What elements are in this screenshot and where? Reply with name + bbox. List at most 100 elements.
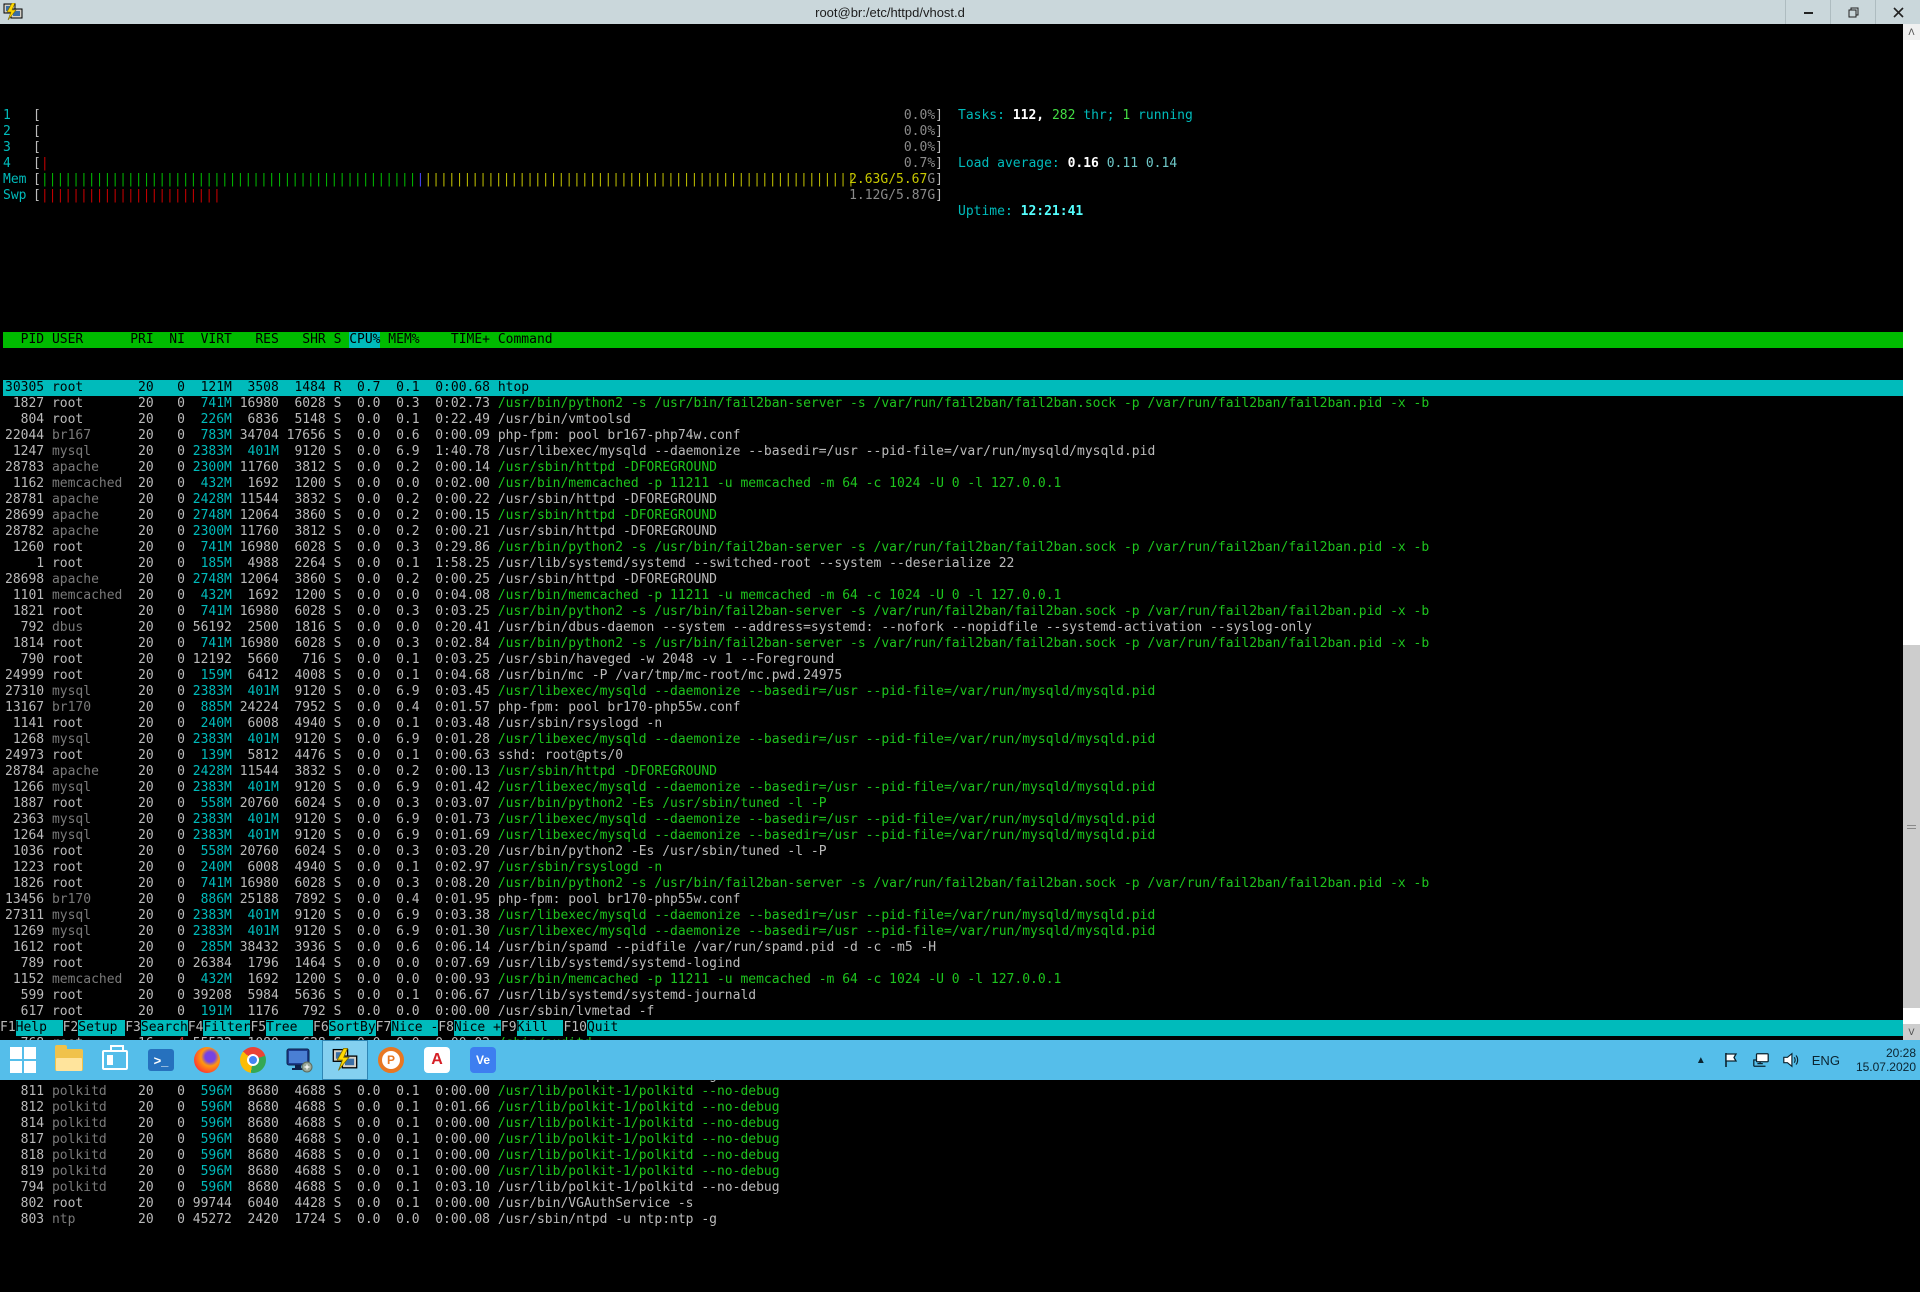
- col-user: br170: [52, 700, 122, 716]
- action-center-flag-icon[interactable]: [1722, 1051, 1740, 1069]
- fkey-f6[interactable]: F6SortBy: [313, 1020, 376, 1036]
- process-row[interactable]: 804root200226M68365148S0.00.10:22.49/usr…: [3, 412, 1903, 428]
- column-header-user[interactable]: USER: [52, 332, 122, 348]
- process-row[interactable]: 30305root200121M35081484R0.70.10:00.68ht…: [3, 380, 1903, 396]
- process-row[interactable]: 790root200121925660716S0.00.10:03.25/usr…: [3, 652, 1903, 668]
- taskbar-item-remote-desktop[interactable]: [276, 1040, 322, 1080]
- tasks-summary: Tasks: 112, 282 thr; 1 running: [958, 108, 1193, 124]
- process-row[interactable]: 28784apache2002428M115443832S0.00.20:00.…: [3, 764, 1903, 780]
- process-row[interactable]: 802root2009974460404428S0.00.10:00.00/us…: [3, 1196, 1903, 1212]
- scrollbar[interactable]: ᐱ ᐯ: [1903, 24, 1920, 1040]
- network-icon[interactable]: [1752, 1051, 1770, 1069]
- process-row[interactable]: 1268mysql2002383M401M9120S0.06.90:01.28/…: [3, 732, 1903, 748]
- process-row[interactable]: 1887root200558M207606024S0.00.30:03.07/u…: [3, 796, 1903, 812]
- volume-icon[interactable]: [1782, 1051, 1800, 1069]
- fkey-f2[interactable]: F2Setup: [63, 1020, 126, 1036]
- process-row[interactable]: 1266mysql2002383M401M9120S0.06.90:01.42/…: [3, 780, 1903, 796]
- fkey-f5[interactable]: F5Tree: [250, 1020, 313, 1036]
- process-row[interactable]: 818polkitd200596M86804688S0.00.10:00.00/…: [3, 1148, 1903, 1164]
- fkey-f9[interactable]: F9Kill: [501, 1020, 564, 1036]
- process-row[interactable]: 28698apache2002748M120643860S0.00.20:00.…: [3, 572, 1903, 588]
- fkey-f10[interactable]: F10Quit: [563, 1020, 633, 1036]
- scroll-up-button[interactable]: ᐱ: [1903, 24, 1920, 40]
- process-row[interactable]: 819polkitd200596M86804688S0.00.10:00.00/…: [3, 1164, 1903, 1180]
- column-header-ni[interactable]: NI: [161, 332, 184, 348]
- process-row[interactable]: 24999root200159M64124008S0.00.10:04.68/u…: [3, 668, 1903, 684]
- fkey-f8[interactable]: F8Nice +: [438, 1020, 501, 1036]
- process-row[interactable]: 814polkitd200596M86804688S0.00.10:00.00/…: [3, 1116, 1903, 1132]
- taskbar-item-powershell[interactable]: >_: [138, 1040, 184, 1080]
- process-row[interactable]: 27311mysql2002383M401M9120S0.06.90:03.38…: [3, 908, 1903, 924]
- fkey-f3[interactable]: F3Search: [125, 1020, 188, 1036]
- process-row[interactable]: 1814root200741M169806028S0.00.30:02.84/u…: [3, 636, 1903, 652]
- column-header-virt[interactable]: VIRT: [193, 332, 232, 348]
- taskbar-item-server-manager[interactable]: [92, 1040, 138, 1080]
- process-row[interactable]: 1827root200741M169806028S0.00.30:02.73/u…: [3, 396, 1903, 412]
- process-row[interactable]: 1141root200240M60084940S0.00.10:03.48/us…: [3, 716, 1903, 732]
- column-header-cpu[interactable]: CPU%: [349, 332, 380, 348]
- process-row[interactable]: 28699apache2002748M120643860S0.00.20:00.…: [3, 508, 1903, 524]
- process-row[interactable]: 792dbus2005619225001816S0.00.00:20.41/us…: [3, 620, 1903, 636]
- process-row[interactable]: 24973root200139M58124476S0.00.10:00.63ss…: [3, 748, 1903, 764]
- clock[interactable]: 20:28 15.07.2020: [1856, 1046, 1916, 1074]
- scroll-down-button[interactable]: ᐯ: [1903, 1024, 1920, 1040]
- process-row[interactable]: 817polkitd200596M86804688S0.00.10:00.00/…: [3, 1132, 1903, 1148]
- fkey-f7[interactable]: F7Nice -: [376, 1020, 439, 1036]
- column-header-shr[interactable]: SHR: [287, 332, 326, 348]
- maximize-button[interactable]: [1830, 0, 1875, 24]
- taskbar-item-chrome[interactable]: [230, 1040, 276, 1080]
- fkey-f4[interactable]: F4Filter: [188, 1020, 251, 1036]
- minimize-button[interactable]: [1785, 0, 1830, 24]
- column-header-s[interactable]: S: [334, 332, 342, 348]
- column-header-time[interactable]: TIME+: [427, 332, 490, 348]
- column-header-res[interactable]: RES: [240, 332, 279, 348]
- process-row[interactable]: 1root200185M49882264S0.00.11:58.25/usr/l…: [3, 556, 1903, 572]
- process-row[interactable]: 13456br170200886M251887892S0.00.40:01.95…: [3, 892, 1903, 908]
- scrollbar-thumb[interactable]: [1903, 645, 1920, 1008]
- process-row[interactable]: 1612root200285M384323936S0.00.60:06.14/u…: [3, 940, 1903, 956]
- process-row[interactable]: 1826root200741M169806028S0.00.30:08.20/u…: [3, 876, 1903, 892]
- col-ni: 0: [161, 892, 184, 908]
- process-row[interactable]: 789root2002638417961464S0.00.00:07.69/us…: [3, 956, 1903, 972]
- col-ni: 0: [161, 540, 184, 556]
- column-header-pri[interactable]: PRI: [130, 332, 153, 348]
- close-button[interactable]: [1875, 0, 1920, 24]
- process-row[interactable]: 617root200191M1176792S0.00.00:00.00/usr/…: [3, 1004, 1903, 1020]
- process-row[interactable]: 812polkitd200596M86804688S0.00.10:01.66/…: [3, 1100, 1903, 1116]
- process-row[interactable]: 28781apache2002428M115443832S0.00.20:00.…: [3, 492, 1903, 508]
- column-header-mem[interactable]: MEM%: [388, 332, 419, 348]
- start-button[interactable]: [0, 1040, 46, 1080]
- taskbar-item-acrobat[interactable]: A: [414, 1040, 460, 1080]
- process-row[interactable]: 794polkitd200596M86804688S0.00.10:03.10/…: [3, 1180, 1903, 1196]
- process-row[interactable]: 1821root200741M169806028S0.00.30:03.25/u…: [3, 604, 1903, 620]
- process-row[interactable]: 803ntp2004527224201724S0.00.00:00.08/usr…: [3, 1212, 1903, 1228]
- process-row[interactable]: 1247mysql2002383M401M9120S0.06.91:40.78/…: [3, 444, 1903, 460]
- table-header[interactable]: PID USER PRI NI VIRT RES SHR S CPU% MEM% TIME+ Comm…: [3, 332, 1903, 348]
- taskbar-item-file-explorer[interactable]: [46, 1040, 92, 1080]
- process-row[interactable]: 1152memcached200432M16921200S0.00.00:00.…: [3, 972, 1903, 988]
- fkey-f1[interactable]: F1Help: [0, 1020, 63, 1036]
- process-row[interactable]: 599root2003920859845636S0.00.10:06.67/us…: [3, 988, 1903, 1004]
- taskbar-item-putty[interactable]: [322, 1040, 368, 1080]
- process-row[interactable]: 28782apache2002300M117603812S0.00.20:00.…: [3, 524, 1903, 540]
- process-row[interactable]: 1036root200558M207606024S0.00.30:03.20/u…: [3, 844, 1903, 860]
- process-row[interactable]: 1101memcached200432M16921200S0.00.00:04.…: [3, 588, 1903, 604]
- process-row[interactable]: 27310mysql2002383M401M9120S0.06.90:03.45…: [3, 684, 1903, 700]
- process-row[interactable]: 811polkitd200596M86804688S0.00.10:00.00/…: [3, 1084, 1903, 1100]
- process-row[interactable]: 28783apache2002300M117603812S0.00.20:00.…: [3, 460, 1903, 476]
- column-header-command[interactable]: Command: [498, 332, 1903, 348]
- process-row[interactable]: 1223root200240M60084940S0.00.10:02.97/us…: [3, 860, 1903, 876]
- taskbar-item-pageant[interactable]: P: [368, 1040, 414, 1080]
- process-row[interactable]: 1269mysql2002383M401M9120S0.06.90:01.30/…: [3, 924, 1903, 940]
- process-row[interactable]: 2363mysql2002383M401M9120S0.06.90:01.73/…: [3, 812, 1903, 828]
- process-row[interactable]: 1162memcached200432M16921200S0.00.00:02.…: [3, 476, 1903, 492]
- process-row[interactable]: 1264mysql2002383M401M9120S0.06.90:01.69/…: [3, 828, 1903, 844]
- process-row[interactable]: 22044br167200783M3470417656S0.00.60:00.0…: [3, 428, 1903, 444]
- language-indicator[interactable]: ENG: [1812, 1053, 1840, 1068]
- tray-expand-icon[interactable]: ▲: [1692, 1051, 1710, 1069]
- process-row[interactable]: 13167br170200885M242247952S0.00.40:01.57…: [3, 700, 1903, 716]
- process-row[interactable]: 1260root200741M169806028S0.00.30:29.86/u…: [3, 540, 1903, 556]
- taskbar-item-firefox[interactable]: [184, 1040, 230, 1080]
- taskbar-item-vnc[interactable]: Ve: [460, 1040, 506, 1080]
- column-header-pid[interactable]: PID: [5, 332, 44, 348]
